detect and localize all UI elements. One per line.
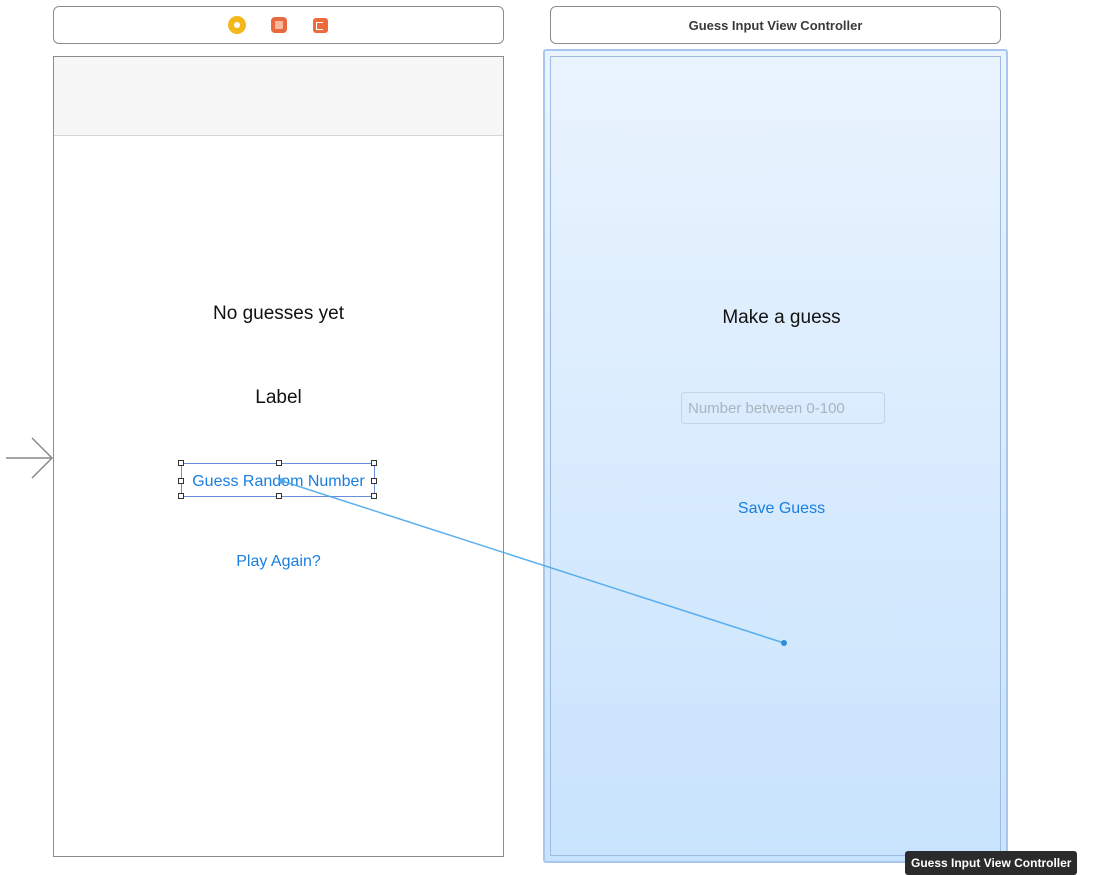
main-view-controller-scene[interactable]: No guesses yet Label Guess Random Number…	[53, 56, 504, 857]
resize-handle[interactable]	[371, 460, 377, 466]
guess-input-view-controller-scene[interactable]: Make a guess Save Guess	[543, 49, 1008, 863]
drag-target-tooltip: Guess Input View Controller	[905, 851, 1078, 875]
scene-title: Guess Input View Controller	[688, 17, 863, 33]
resize-handle[interactable]	[178, 493, 184, 499]
exit-icon[interactable]	[311, 15, 331, 35]
resize-handle[interactable]	[371, 493, 377, 499]
resize-handle[interactable]	[276, 460, 282, 466]
initial-view-controller-arrow[interactable]	[6, 433, 54, 483]
resize-handle[interactable]	[371, 478, 377, 484]
save-guess-button[interactable]: Save Guess	[551, 500, 1012, 518]
prompt-label[interactable]: Make a guess	[551, 307, 1012, 329]
selection-outline	[178, 460, 377, 499]
resize-handle[interactable]	[178, 460, 184, 466]
resize-handle[interactable]	[178, 478, 184, 484]
navigation-bar	[54, 57, 503, 136]
scene-dock	[53, 6, 504, 44]
status-label[interactable]: No guesses yet	[54, 303, 503, 325]
scene-title-bar[interactable]: Guess Input View Controller	[550, 6, 1001, 44]
result-label[interactable]: Label	[54, 387, 503, 409]
drop-target-highlight: Make a guess Save Guess	[550, 56, 1001, 856]
play-again-button[interactable]: Play Again?	[54, 553, 503, 571]
first-responder-icon[interactable]	[269, 15, 289, 35]
view-controller-icon[interactable]	[227, 15, 247, 35]
guess-number-field[interactable]	[681, 392, 885, 424]
resize-handle[interactable]	[276, 493, 282, 499]
